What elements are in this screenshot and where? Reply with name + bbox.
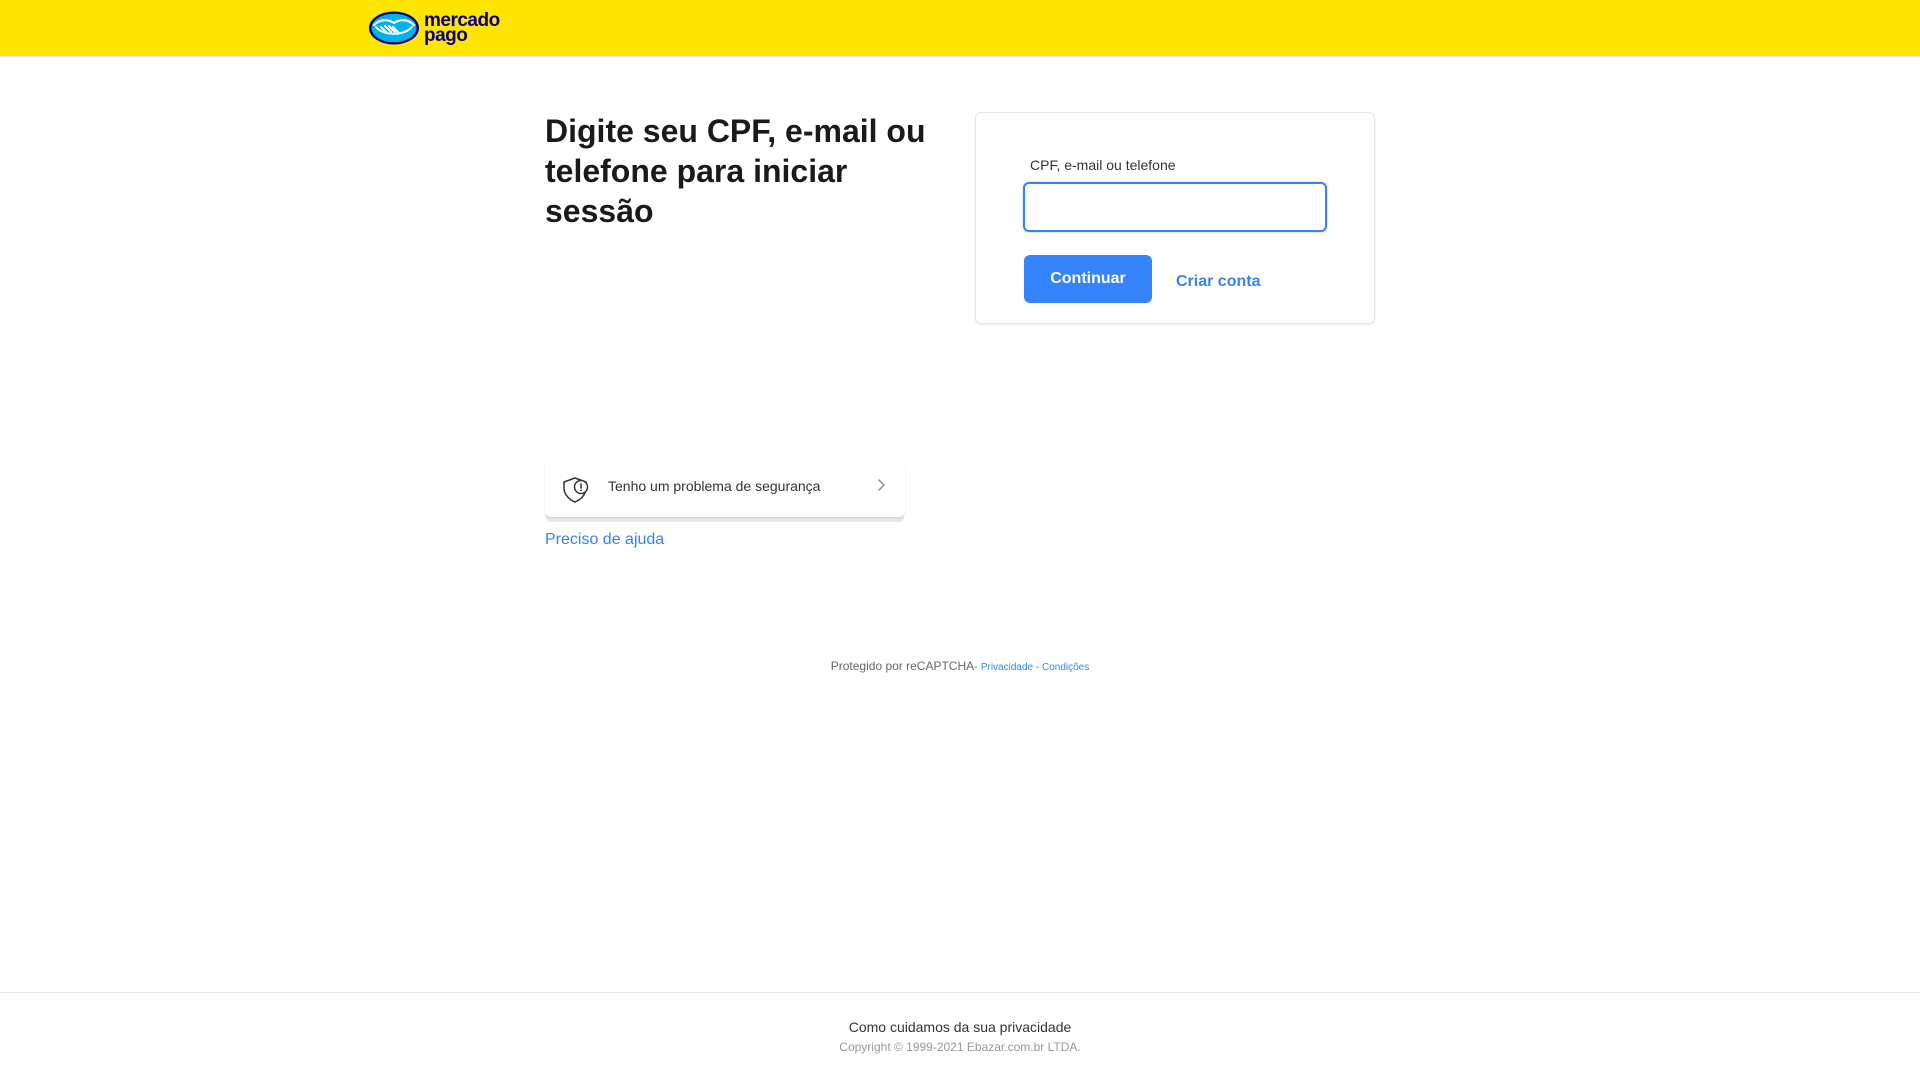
create-account-link[interactable]: Criar conta: [1176, 273, 1260, 291]
mercado-pago-logo[interactable]: mercado pago: [368, 9, 508, 47]
identifier-input[interactable]: [1023, 182, 1327, 232]
login-card: CPF, e-mail ou telefone Continuar Criar …: [975, 112, 1375, 324]
recaptcha-separator: -: [974, 662, 978, 673]
help-link[interactable]: Preciso de ajuda: [545, 531, 664, 549]
recaptcha-privacy-link[interactable]: Privacidade: [981, 662, 1033, 673]
footer: Como cuidamos da sua privacidade Copyrig…: [0, 992, 1920, 1080]
security-problem-card[interactable]: Tenho um problema de segurança: [545, 462, 905, 517]
copyright-text: Copyright © 1999-2021 Ebazar.com.br LTDA…: [839, 1040, 1081, 1054]
privacy-link[interactable]: Como cuidamos da sua privacidade: [0, 1019, 1920, 1035]
page-title: Digite seu CPF, e-mail ou telefone para …: [545, 113, 926, 229]
recaptcha-notice: Protegido por reCAPTCHA- Privacidade - C…: [0, 659, 1920, 673]
recaptcha-text: Protegido por reCAPTCHA: [830, 659, 975, 673]
continue-button[interactable]: Continuar: [1024, 255, 1152, 303]
security-problem-label: Tenho um problema de segurança: [608, 478, 821, 494]
identifier-field-label: CPF, e-mail ou telefone: [1030, 157, 1176, 173]
chevron-right-icon: [875, 477, 887, 493]
page: mercado pago Digite seu CPF, e-mail ou t…: [0, 0, 1920, 1080]
logo-wordmark: mercado pago: [424, 11, 500, 45]
recaptcha-terms-link[interactable]: Condições: [1042, 662, 1089, 673]
header-bar: mercado pago: [0, 0, 1920, 56]
handshake-icon: [368, 10, 420, 46]
shield-alert-icon: [561, 474, 591, 504]
recaptcha-dash: -: [1033, 662, 1042, 673]
